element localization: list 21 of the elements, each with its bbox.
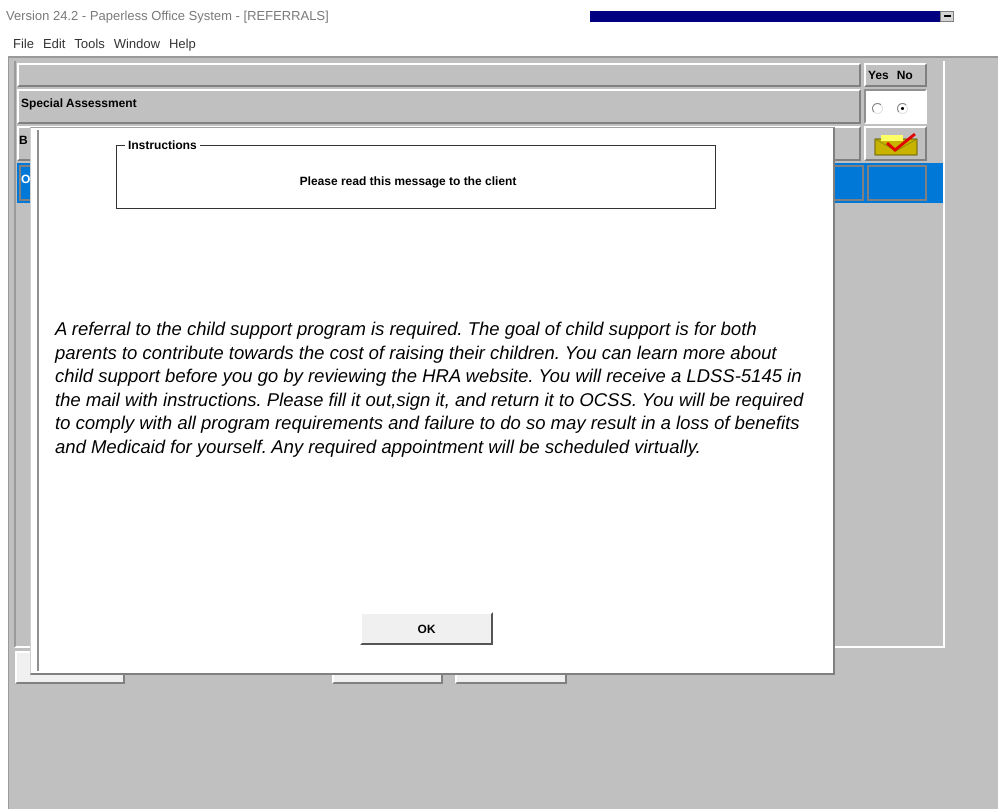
message-text: A referral to the child support program is required. The goal of child support is for both parents to contribute towards the cost of raising their children. You can learn more about child support before you go by reviewing the HRA website. You will receive a LDSS-5145 in the mail with instructions. Please fill it out,sign it, and return it to OCSS. You will be required to comply with all program requirements and failure to do so may result in a loss of benefits and Medicaid for yourself. Any required appointment will be scheduled virtually. [55, 317, 805, 458]
ok-button[interactable]: OK [360, 612, 493, 645]
question-label: Special Assessment [21, 96, 137, 110]
question-label: B [19, 133, 28, 147]
column-header: Yes [868, 67, 889, 84]
row-label: O [21, 172, 30, 186]
radio-button[interactable] [872, 103, 883, 114]
minimize-button[interactable] [940, 10, 954, 22]
radio-button[interactable] [897, 103, 908, 114]
answer-cell [867, 165, 927, 201]
dialog-heading: Please read this message to the client [300, 173, 516, 190]
column-header: No [896, 67, 913, 84]
menu-item[interactable]: Help [168, 34, 196, 54]
envelope-check-icon [872, 130, 918, 156]
window-title: Version 24.2 - Paperless Office System - [REFERRALS] [6, 7, 329, 26]
group-title: Instructions [125, 138, 200, 152]
menu-item[interactable]: Tools [74, 34, 105, 54]
menu-item[interactable]: Window [114, 34, 160, 54]
menu-item[interactable]: Edit [42, 34, 66, 54]
menu-item[interactable]: File [13, 34, 34, 54]
envelope-check-button[interactable] [864, 126, 927, 161]
